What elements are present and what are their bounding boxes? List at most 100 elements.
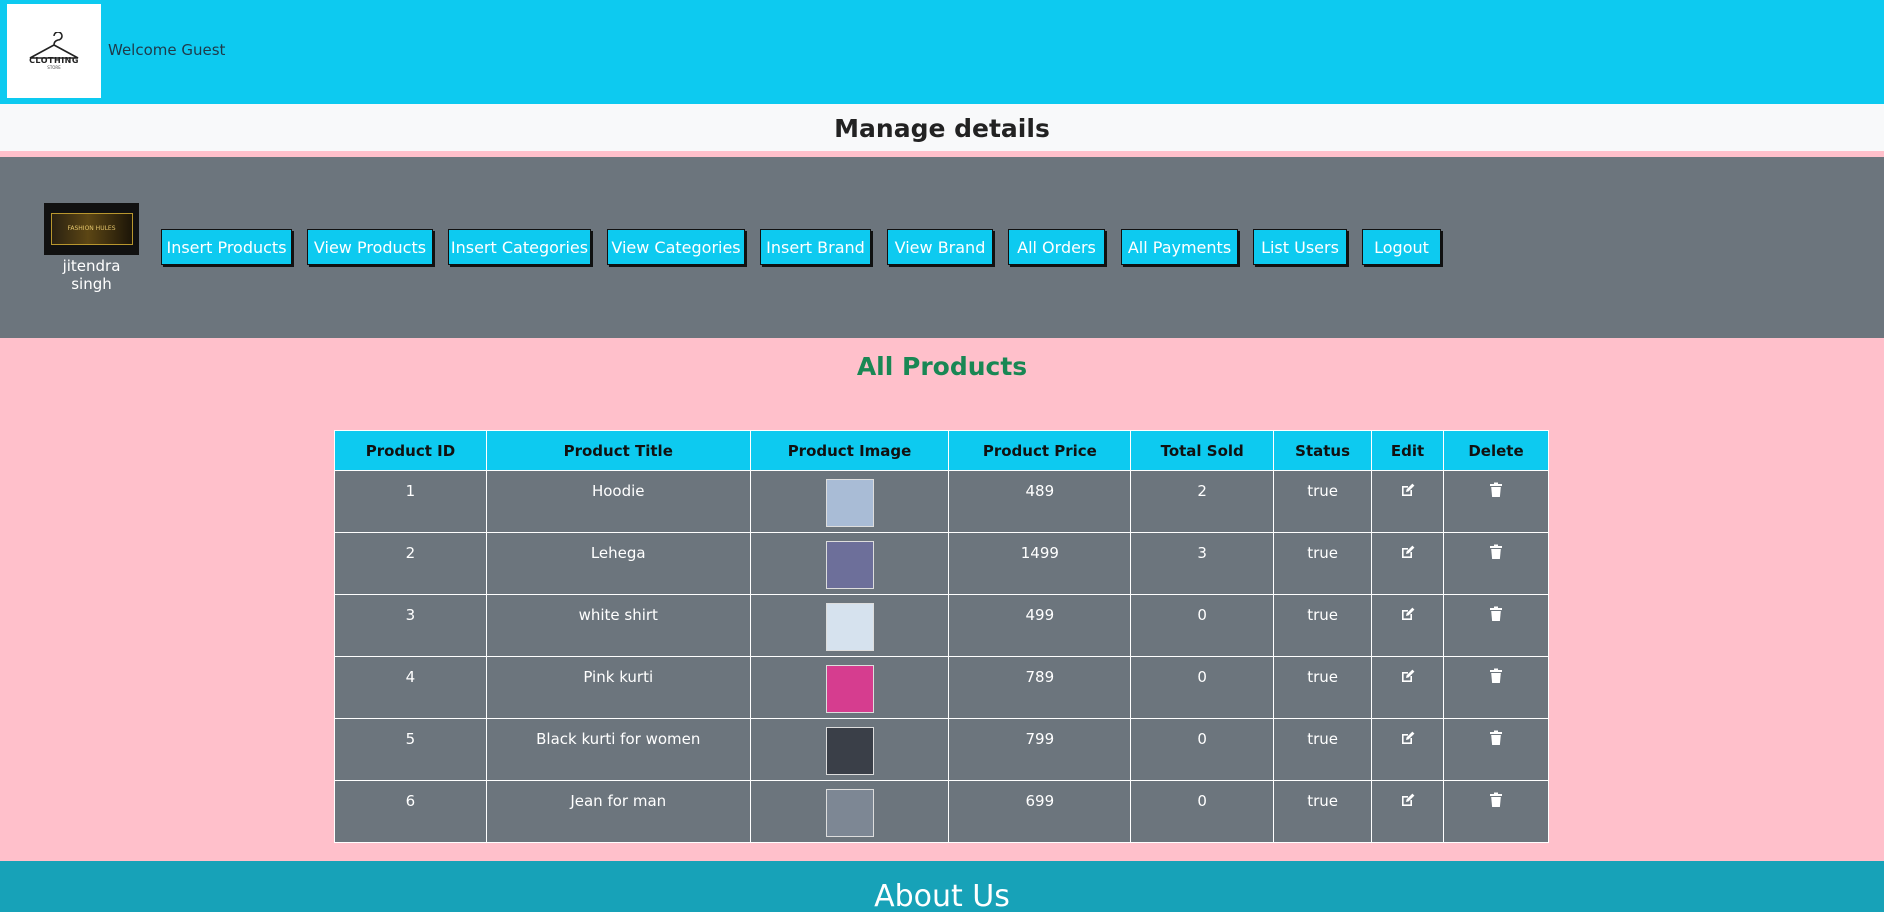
product-image — [825, 541, 874, 589]
product-image — [825, 665, 874, 713]
total-sold: 0 — [1130, 780, 1275, 843]
table-row: 4 Pink kurti 789 0 true — [334, 656, 1549, 719]
trash-icon[interactable] — [1489, 668, 1503, 684]
product-id: 6 — [334, 780, 487, 843]
product-price: 1499 — [948, 532, 1132, 595]
logo-subtext: STORE — [47, 65, 61, 70]
table-row: 3 white shirt 499 0 true — [334, 594, 1549, 657]
product-id: 2 — [334, 532, 487, 595]
insert-brand-button[interactable]: Insert Brand — [760, 229, 871, 265]
table-row: 2 Lehega 1499 3 true — [334, 532, 1549, 595]
product-image-cell — [749, 594, 950, 657]
edit-cell — [1371, 718, 1444, 781]
table-row: 5 Black kurti for women 799 0 true — [334, 718, 1549, 781]
total-sold: 2 — [1130, 470, 1275, 533]
trash-icon[interactable] — [1489, 606, 1503, 622]
product-id: 3 — [334, 594, 487, 657]
about-us-section: About Us — [0, 861, 1884, 912]
column-header: Edit — [1371, 430, 1444, 471]
view-brand-button[interactable]: View Brand — [887, 229, 993, 265]
products-table: Product ID Product Title Product Image P… — [334, 430, 1549, 843]
total-sold: 0 — [1130, 594, 1275, 657]
insert-categories-button[interactable]: Insert Categories — [448, 229, 591, 265]
total-sold: 0 — [1130, 718, 1275, 781]
product-image — [825, 727, 874, 775]
all-orders-button[interactable]: All Orders — [1008, 229, 1105, 265]
product-image-cell — [749, 532, 950, 595]
delete-cell — [1443, 718, 1549, 781]
column-header: Delete — [1443, 430, 1549, 471]
delete-cell — [1443, 532, 1549, 595]
product-price: 789 — [948, 656, 1132, 719]
view-products-button[interactable]: View Products — [307, 229, 433, 265]
edit-icon[interactable] — [1400, 730, 1416, 746]
product-title: white shirt — [485, 594, 751, 657]
product-price: 499 — [948, 594, 1132, 657]
product-price: 799 — [948, 718, 1132, 781]
product-status: true — [1273, 594, 1373, 657]
column-header: Product Price — [948, 430, 1132, 471]
table-row: 6 Jean for man 699 0 true — [334, 780, 1549, 843]
table-header-row: Product ID Product Title Product Image P… — [334, 430, 1549, 471]
product-status: true — [1273, 656, 1373, 719]
trash-icon[interactable] — [1489, 482, 1503, 498]
trash-icon[interactable] — [1489, 792, 1503, 808]
insert-products-button[interactable]: Insert Products — [161, 229, 292, 265]
column-header: Product Image — [749, 430, 950, 471]
delete-cell — [1443, 780, 1549, 843]
product-title: Pink kurti — [485, 656, 751, 719]
product-image — [825, 603, 874, 651]
product-title: Lehega — [485, 532, 751, 595]
product-image — [825, 479, 874, 527]
edit-cell — [1371, 594, 1444, 657]
product-id: 4 — [334, 656, 487, 719]
all-payments-button[interactable]: All Payments — [1121, 229, 1238, 265]
product-status: true — [1273, 532, 1373, 595]
section-title: All Products — [856, 352, 1028, 381]
table-row: 1 Hoodie 489 2 true — [334, 470, 1549, 533]
product-id: 5 — [334, 718, 487, 781]
delete-cell — [1443, 594, 1549, 657]
product-image — [825, 789, 874, 837]
view-categories-button[interactable]: View Categories — [607, 229, 745, 265]
trash-icon[interactable] — [1489, 730, 1503, 746]
edit-cell — [1371, 780, 1444, 843]
product-title: Jean for man — [485, 780, 751, 843]
trash-icon[interactable] — [1489, 544, 1503, 560]
product-title: Black kurti for women — [485, 718, 751, 781]
edit-icon[interactable] — [1400, 482, 1416, 498]
logout-button[interactable]: Logout — [1362, 229, 1441, 265]
delete-cell — [1443, 656, 1549, 719]
welcome-text: Welcome Guest — [108, 41, 226, 59]
column-header: Product Title — [485, 430, 751, 471]
product-image-cell — [749, 780, 950, 843]
column-header: Total Sold — [1130, 430, 1275, 471]
delete-cell — [1443, 470, 1549, 533]
edit-cell — [1371, 470, 1444, 533]
product-image-cell — [749, 718, 950, 781]
product-id: 1 — [334, 470, 487, 533]
edit-icon[interactable] — [1400, 544, 1416, 560]
product-title: Hoodie — [485, 470, 751, 533]
top-header: CLOTHING STORE Welcome Guest — [0, 0, 1884, 104]
product-price: 489 — [948, 470, 1132, 533]
admin-toolbar: FASHION HULES jitendra singh Insert Prod… — [0, 157, 1884, 338]
product-status: true — [1273, 470, 1373, 533]
total-sold: 0 — [1130, 656, 1275, 719]
total-sold: 3 — [1130, 532, 1275, 595]
admin-avatar-text: FASHION HULES — [50, 213, 133, 245]
column-header: Product ID — [334, 430, 487, 471]
product-price: 699 — [948, 780, 1132, 843]
page-title: Manage details — [0, 104, 1884, 151]
store-logo[interactable]: CLOTHING STORE — [7, 4, 101, 98]
list-users-button[interactable]: List Users — [1253, 229, 1347, 265]
edit-icon[interactable] — [1400, 606, 1416, 622]
product-status: true — [1273, 718, 1373, 781]
edit-icon[interactable] — [1400, 668, 1416, 684]
edit-cell — [1371, 656, 1444, 719]
product-status: true — [1273, 780, 1373, 843]
edit-cell — [1371, 532, 1444, 595]
edit-icon[interactable] — [1400, 792, 1416, 808]
admin-avatar: FASHION HULES — [44, 203, 139, 255]
column-header: Status — [1273, 430, 1373, 471]
